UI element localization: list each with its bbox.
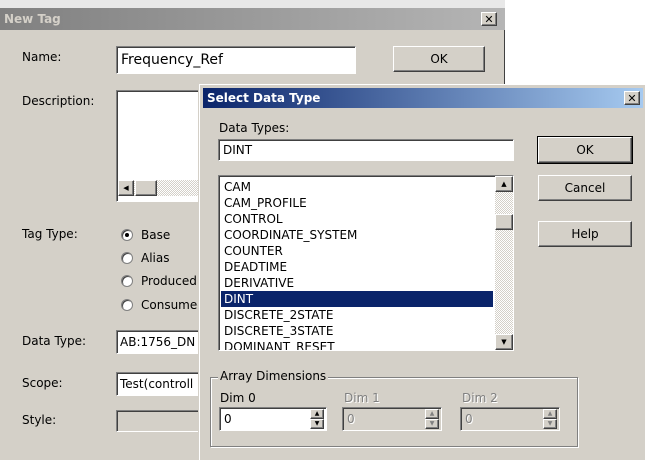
data-type-list: CAM CAM_PROFILE CONTROL COORDINATE_SYSTE… [221, 179, 493, 350]
help-label: Help [571, 227, 599, 241]
dim2-value: 0 [465, 412, 473, 426]
dim2-spin-down: ▼ [543, 419, 557, 429]
close-icon: ✕ [484, 12, 494, 26]
data-type-listbox[interactable]: CAM CAM_PROFILE CONTROL COORDINATE_SYSTE… [218, 175, 514, 351]
name-input[interactable]: Frequency_Ref [116, 46, 356, 74]
arrow-down-icon: ▼ [501, 337, 507, 346]
title-top-strip [0, 0, 505, 8]
description-hscrollbar[interactable]: ◀ [118, 180, 204, 196]
name-input-value: Frequency_Ref [121, 52, 223, 68]
dim1-stepper: 0 ▲ ▼ [342, 407, 442, 431]
list-item[interactable]: COORDINATE_SYSTEM [221, 227, 493, 243]
scroll-down-button[interactable]: ▼ [495, 334, 513, 350]
array-dimensions-label: Array Dimensions [218, 369, 329, 383]
spin-up-icon: ▲ [314, 410, 320, 417]
list-vscrollbar[interactable]: ▲ ▼ [495, 176, 513, 350]
radio-alias[interactable] [121, 252, 133, 264]
list-item[interactable]: CAM_PROFILE [221, 195, 493, 211]
dim2-spin-up: ▲ [543, 409, 557, 419]
radio-consumed[interactable] [121, 299, 133, 311]
help-button[interactable]: Help [538, 221, 632, 247]
name-label: Name: [22, 50, 62, 64]
scroll-up-button[interactable]: ▲ [495, 176, 513, 192]
select-ok-button[interactable]: OK [537, 136, 633, 164]
tag-type-alias[interactable]: Alias [121, 251, 169, 265]
scroll-thumb[interactable] [135, 180, 157, 196]
dim0-label: Dim 0 [220, 391, 256, 405]
dim0-spin-up[interactable]: ▲ [310, 409, 324, 419]
radio-produced[interactable] [121, 275, 133, 287]
list-item[interactable]: COUNTER [221, 243, 493, 259]
dim1-spin-down: ▼ [425, 419, 439, 429]
tag-type-consumed-label: Consumed [141, 298, 205, 312]
list-item[interactable]: CONTROL [221, 211, 493, 227]
new-tag-title: New Tag [4, 12, 61, 26]
dim0-spin-down[interactable]: ▼ [310, 419, 324, 429]
list-scroll-thumb[interactable] [495, 214, 513, 230]
list-item[interactable]: DEADTIME [221, 259, 493, 275]
spin-down-icon: ▼ [547, 420, 553, 427]
style-label: Style: [22, 413, 57, 427]
select-data-type-close-button[interactable]: ✕ [624, 91, 640, 105]
new-tag-close-button[interactable]: ✕ [481, 12, 497, 26]
spin-down-icon: ▼ [314, 420, 320, 427]
list-item[interactable]: DOMINANT_RESET [221, 339, 493, 350]
select-data-type-titlebar[interactable]: Select Data Type [203, 88, 643, 108]
data-types-label: Data Types: [219, 121, 290, 135]
tag-type-base[interactable]: Base [121, 228, 170, 242]
data-types-input[interactable]: DINT [218, 139, 514, 161]
dim0-stepper[interactable]: 0 ▲ ▼ [219, 407, 327, 431]
dim0-value: 0 [224, 412, 232, 426]
list-item-selected[interactable]: DINT [221, 291, 493, 307]
select-ok-label: OK [576, 143, 594, 157]
tag-type-alias-label: Alias [141, 251, 170, 265]
list-item[interactable]: DERIVATIVE [221, 275, 493, 291]
data-type-label: Data Type: [22, 334, 87, 348]
tag-type-consumed[interactable]: Consumed [121, 298, 205, 312]
tag-type-produced-label: Produced [141, 274, 197, 288]
select-data-type-dialog: Select Data Type ✕ Data Types: DINT OK C… [199, 84, 645, 460]
scope-label: Scope: [22, 376, 63, 390]
new-tag-ok-label: OK [430, 52, 448, 66]
data-type-value: AB:1756_DN [120, 335, 196, 349]
select-data-type-title: Select Data Type [207, 91, 321, 105]
spin-up-icon: ▲ [429, 410, 435, 417]
list-item[interactable]: CAM [221, 179, 493, 195]
new-tag-titlebar[interactable]: New Tag [0, 8, 505, 30]
radio-base[interactable] [121, 229, 133, 241]
spin-up-icon: ▲ [547, 410, 553, 417]
list-item[interactable]: DISCRETE_3STATE [221, 323, 493, 339]
scope-value: Test(controll [120, 377, 194, 391]
scroll-left-button[interactable]: ◀ [118, 180, 134, 196]
list-item[interactable]: DISCRETE_2STATE [221, 307, 493, 323]
cancel-button[interactable]: Cancel [538, 175, 632, 201]
dim2-label: Dim 2 [462, 391, 498, 405]
tag-type-base-label: Base [141, 228, 171, 242]
new-tag-ok-button[interactable]: OK [393, 46, 485, 72]
dim1-value: 0 [347, 412, 355, 426]
tag-type-produced[interactable]: Produced [121, 274, 197, 288]
data-types-input-value: DINT [223, 143, 253, 157]
dim1-spin-up: ▲ [425, 409, 439, 419]
arrow-up-icon: ▲ [501, 179, 507, 188]
description-label: Description: [22, 94, 95, 108]
cancel-label: Cancel [564, 181, 606, 195]
close-icon: ✕ [627, 91, 637, 105]
arrow-left-icon: ◀ [123, 183, 129, 192]
spin-down-icon: ▼ [429, 420, 435, 427]
dim2-stepper: 0 ▲ ▼ [460, 407, 560, 431]
dim1-label: Dim 1 [344, 391, 380, 405]
tag-type-label: Tag Type: [22, 227, 78, 241]
